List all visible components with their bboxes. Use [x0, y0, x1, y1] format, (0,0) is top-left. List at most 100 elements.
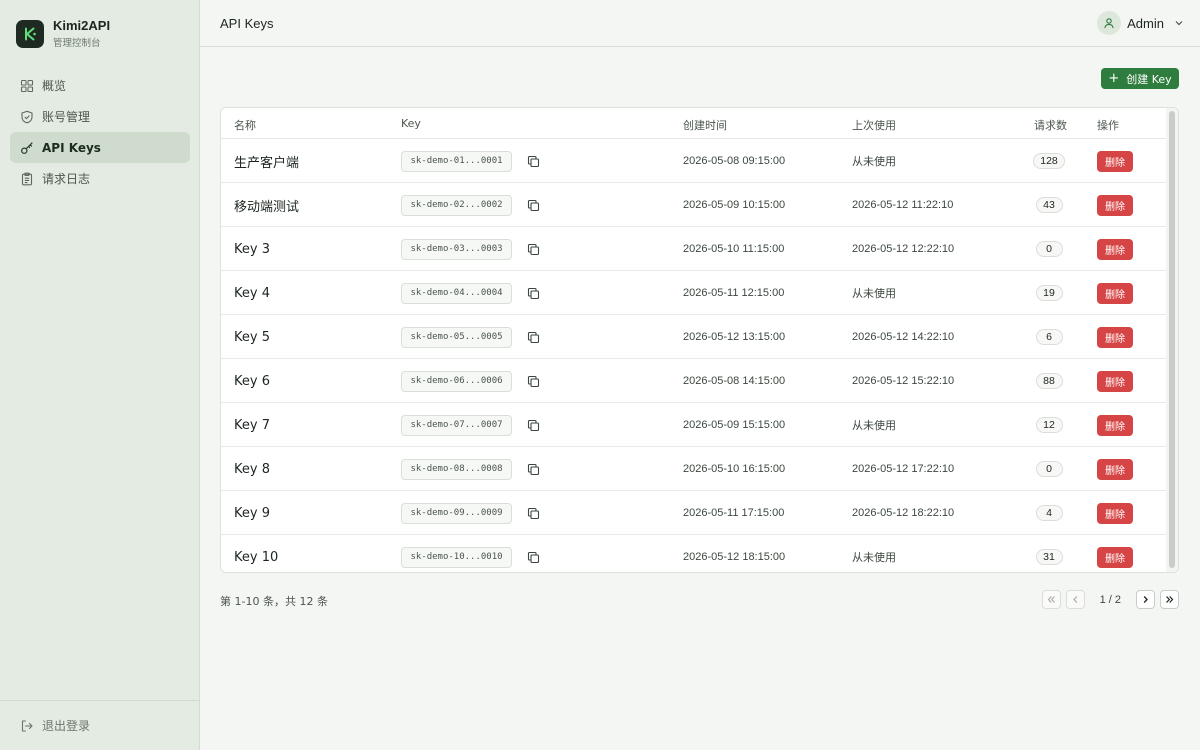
- created-time: 2026-05-10 11:15:00: [683, 243, 785, 255]
- page-indicator: 1 / 2: [1099, 593, 1121, 606]
- create-key-button[interactable]: + 创建 Key: [1101, 68, 1179, 89]
- user-icon: [1104, 18, 1114, 29]
- last-used-time: 从未使用: [852, 420, 896, 432]
- sidebar-item-label: 请求日志: [42, 172, 91, 186]
- sidebar-item-request-logs[interactable]: 请求日志: [10, 163, 190, 194]
- key-value: sk-demo-04...0004: [401, 282, 512, 304]
- created-time: 2026-05-09 15:15:00: [683, 419, 786, 431]
- key-value: sk-demo-08...0008: [401, 458, 512, 480]
- key-name: Key 10: [234, 549, 279, 565]
- request-count-cell: 6: [1021, 315, 1077, 359]
- last-used-time: 2026-05-12 11:22:10: [852, 199, 954, 211]
- copy-icon: [527, 243, 539, 255]
- request-count-badge: 31: [1035, 549, 1063, 565]
- key-name: 移动端测试: [234, 199, 300, 215]
- table-row: Key 5 sk-demo-05...0005 2026-05-12 13:15:0…: [221, 315, 1167, 359]
- table-row: Key 6 sk-demo-06...0006 2026-05-08 14:15:0…: [221, 359, 1167, 403]
- key-name: Key 5: [234, 329, 270, 345]
- delete-key-button[interactable]: 删除: [1097, 238, 1133, 260]
- copy-icon: [527, 463, 539, 475]
- copy-key-button[interactable]: [525, 417, 541, 433]
- request-count-badge: 0: [1035, 461, 1063, 477]
- last-used-time: 从未使用: [852, 156, 896, 168]
- last-page-button[interactable]: [1160, 590, 1179, 609]
- key-cell: sk-demo-03...0003: [401, 227, 541, 271]
- last-used-time: 2026-05-12 17:22:10: [852, 463, 955, 475]
- copy-key-button[interactable]: [525, 549, 541, 565]
- brand-subtitle: 管理控制台: [53, 38, 101, 49]
- request-count-cell: 43: [1021, 183, 1077, 227]
- delete-key-button[interactable]: 删除: [1097, 370, 1133, 392]
- copy-key-button[interactable]: [525, 241, 541, 257]
- column-header-actions: 操作: [1097, 119, 1119, 132]
- copy-key-button[interactable]: [525, 373, 541, 389]
- sidebar: Kimi2API 管理控制台 概览 账号管理 API Keys 请求日志 退出登…: [0, 0, 200, 750]
- table-row: Key 7 sk-demo-07...0007 2026-05-09 15:15:0…: [221, 403, 1167, 447]
- key-cell: sk-demo-06...0006: [401, 359, 541, 403]
- key-value: sk-demo-10...0010: [401, 546, 512, 568]
- delete-key-button[interactable]: 删除: [1097, 458, 1133, 480]
- copy-key-button[interactable]: [525, 329, 541, 345]
- sidebar-item-overview[interactable]: 概览: [10, 70, 190, 101]
- logout-label: 退出登录: [42, 719, 91, 733]
- sidebar-item-api-keys[interactable]: API Keys: [10, 132, 190, 163]
- created-time: 2026-05-12 13:15:00: [683, 331, 786, 343]
- column-header-last-used: 上次使用: [852, 119, 896, 132]
- delete-key-button[interactable]: 删除: [1097, 282, 1133, 304]
- key-value: sk-demo-05...0005: [401, 326, 512, 348]
- copy-key-button[interactable]: [525, 505, 541, 521]
- scrollbar-thumb[interactable]: [1169, 111, 1175, 568]
- request-count-badge: 128: [1033, 153, 1065, 169]
- avatar: [1097, 11, 1122, 35]
- key-name: Key 4: [234, 285, 270, 301]
- copy-key-button[interactable]: [525, 461, 541, 477]
- plus-icon: +: [1108, 71, 1120, 86]
- sidebar-item-accounts[interactable]: 账号管理: [10, 101, 190, 132]
- copy-key-button[interactable]: [525, 153, 541, 169]
- first-page-button[interactable]: [1041, 590, 1061, 609]
- prev-page-button[interactable]: [1065, 590, 1085, 609]
- delete-key-button[interactable]: 删除: [1097, 150, 1133, 172]
- next-page-button[interactable]: [1136, 590, 1155, 609]
- user-menu[interactable]: Admin: [1097, 11, 1184, 35]
- key-value: sk-demo-06...0006: [401, 370, 512, 392]
- key-cell: sk-demo-02...0002: [401, 183, 541, 227]
- actions-cell: 删除: [1097, 183, 1133, 227]
- request-count-cell: 31: [1021, 535, 1077, 572]
- copy-key-button[interactable]: [525, 285, 541, 301]
- created-time: 2026-05-09 10:15:00: [683, 199, 786, 211]
- delete-key-button[interactable]: 删除: [1097, 326, 1133, 348]
- brand[interactable]: Kimi2API 管理控制台: [16, 18, 110, 49]
- key-cell: sk-demo-10...0010: [401, 535, 541, 572]
- delete-key-button[interactable]: 删除: [1097, 502, 1133, 524]
- key-cell: sk-demo-05...0005: [401, 315, 541, 359]
- actions-cell: 删除: [1097, 491, 1133, 535]
- created-time: 2026-05-08 09:15:00: [683, 155, 786, 167]
- table-scrollbar[interactable]: [1166, 108, 1178, 572]
- key-value: sk-demo-02...0002: [401, 194, 512, 216]
- clipboard-icon: [21, 172, 33, 185]
- column-header-key: Key: [401, 117, 421, 130]
- request-count-badge: 19: [1035, 285, 1063, 301]
- copy-icon: [527, 507, 539, 519]
- created-time: 2026-05-12 18:15:00: [683, 551, 786, 563]
- key-cell: sk-demo-04...0004: [401, 271, 541, 315]
- request-count-cell: 19: [1021, 271, 1077, 315]
- api-keys-table: 名称 Key 创建时间 上次使用 请求数 操作 生产客户端 sk-demo-01.…: [220, 107, 1179, 573]
- copy-icon: [527, 375, 539, 387]
- request-count-cell: 4: [1021, 491, 1077, 535]
- key-value: sk-demo-03...0003: [401, 238, 512, 260]
- shield-icon: [21, 110, 33, 123]
- logout-button[interactable]: 退出登录: [0, 700, 199, 750]
- last-used-time: 从未使用: [852, 288, 896, 300]
- delete-key-button[interactable]: 删除: [1097, 414, 1133, 436]
- delete-key-button[interactable]: 删除: [1097, 546, 1133, 568]
- delete-key-button[interactable]: 删除: [1097, 194, 1133, 216]
- table-row: Key 9 sk-demo-09...0009 2026-05-11 17:15:0…: [221, 491, 1167, 535]
- request-count-badge: 88: [1035, 373, 1063, 389]
- copy-key-button[interactable]: [525, 197, 541, 213]
- actions-cell: 删除: [1097, 403, 1133, 447]
- table-header: 名称 Key 创建时间 上次使用 请求数 操作: [221, 108, 1167, 139]
- column-header-name: 名称: [234, 119, 256, 132]
- sidebar-item-label: 账号管理: [42, 110, 91, 124]
